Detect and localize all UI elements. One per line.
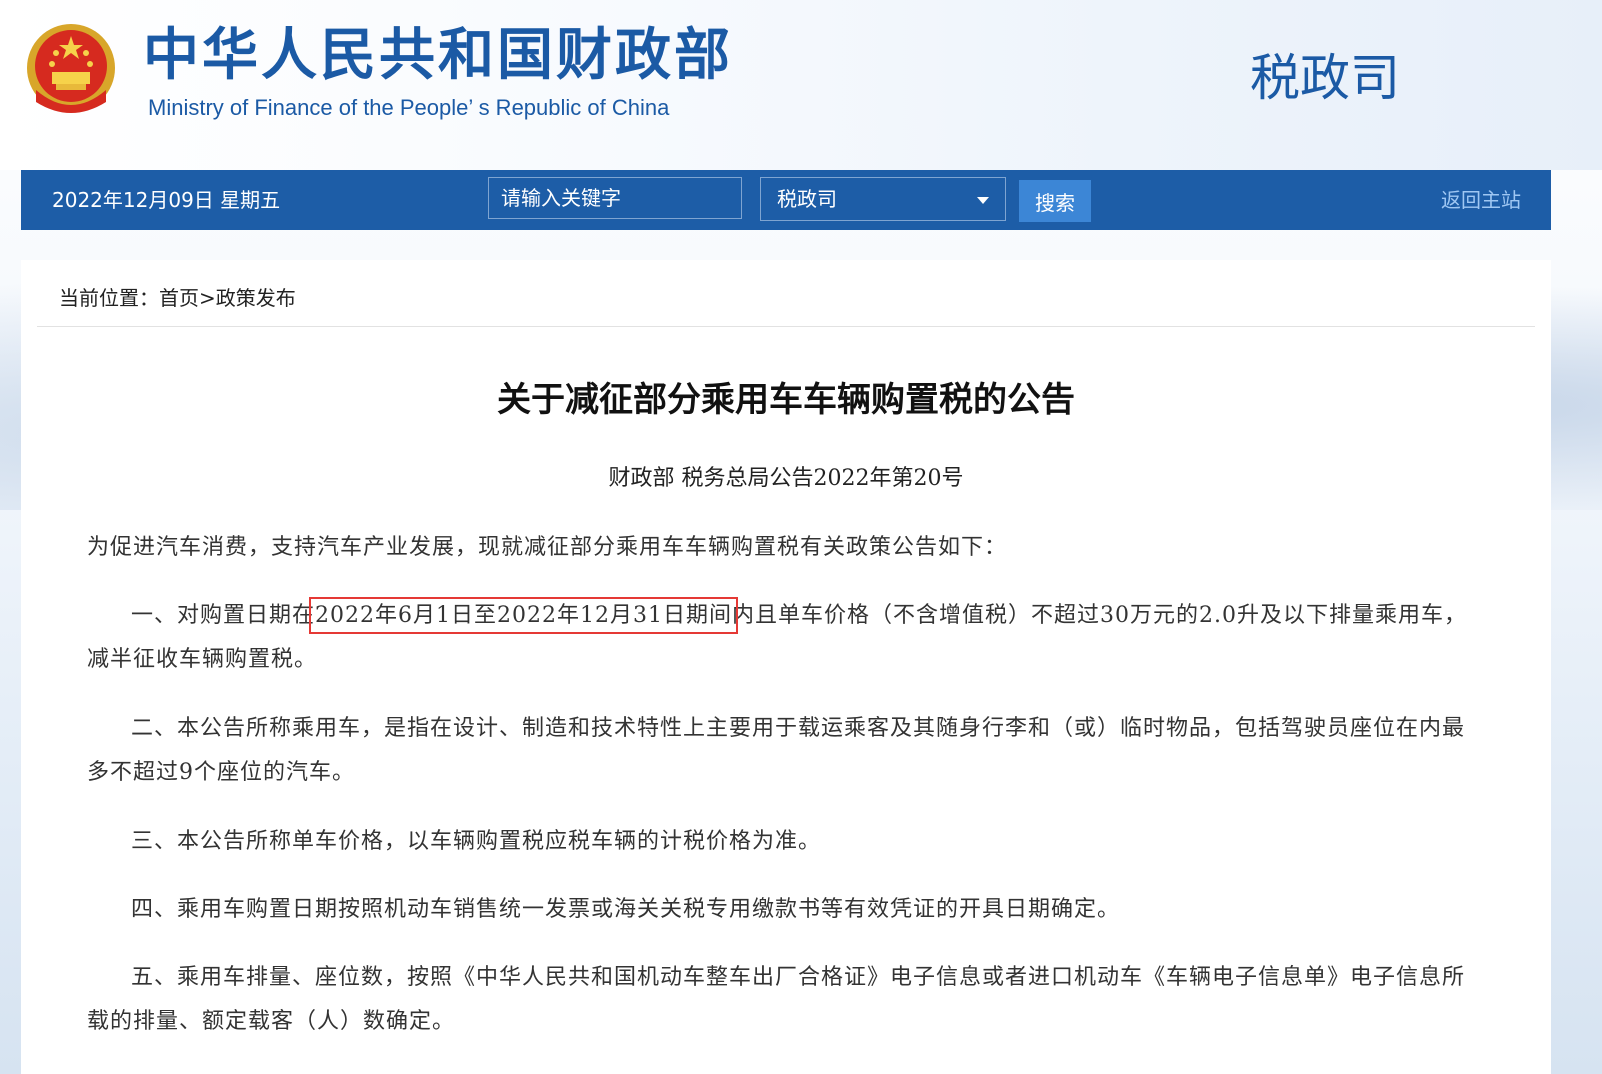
search-button[interactable]: 搜索 (1019, 180, 1091, 222)
breadcrumb: 当前位置：首页>政策发布 (59, 286, 296, 310)
divider (37, 326, 1535, 327)
content-panel: 当前位置：首页>政策发布 关于减征部分乘用车车辆购置税的公告 财政部 税务总局公… (21, 260, 1551, 1074)
highlighted-date-range: 2022年6月1日至2022年12月31日期间 (309, 597, 738, 634)
article-title: 关于减征部分乘用车车辆购置税的公告 (497, 380, 1075, 420)
article-intro: 为促进汽车消费，支持汽车产业发展，现就减征部分乘用车车辆购置税有关政策公告如下： (87, 535, 1008, 560)
article-paragraph-2: 二、本公告所称乘用车，是指在设计、制造和技术特性上主要用于载运乘客及其随身行李和… (87, 716, 1466, 785)
top-nav-bar: 2022年12月09日 星期五 税政司 搜索 返回主站 (21, 170, 1551, 230)
department-select[interactable]: 税政司 (760, 177, 1006, 221)
department-select-value: 税政司 (777, 187, 837, 211)
site-title-chinese: 中华人民共和国财政部 (143, 23, 733, 88)
paragraph-1-lead: 一、对购置日期在 (131, 603, 316, 628)
article-paragraph-3: 三、本公告所称单车价格，以车辆购置税应税车辆的计税价格为准。 (131, 829, 822, 854)
national-emblem-icon (27, 24, 115, 113)
return-home-link[interactable]: 返回主站 (1441, 187, 1521, 213)
chevron-down-icon (977, 197, 989, 204)
site-title-english: Ministry of Finance of the People’ s Rep… (148, 95, 670, 120)
article-paragraph-1: 一、对购置日期在2022年6月1日至2022年12月31日期间内且单车价格（不含… (87, 594, 1487, 682)
article-paragraph-4: 四、乘用车购置日期按照机动车销售统一发票或海关关税专用缴款书等有效凭证的开具日期… (131, 897, 1121, 922)
current-date: 2022年12月09日 星期五 (52, 188, 281, 212)
search-input[interactable] (488, 177, 742, 219)
article-subtitle: 财政部 税务总局公告2022年第20号 (608, 466, 964, 491)
department-title: 税政司 (1250, 49, 1400, 107)
article-paragraph-5: 五、乘用车排量、座位数，按照《中华人民共和国机动车整车出厂合格证》电子信息或者进… (87, 965, 1466, 1034)
